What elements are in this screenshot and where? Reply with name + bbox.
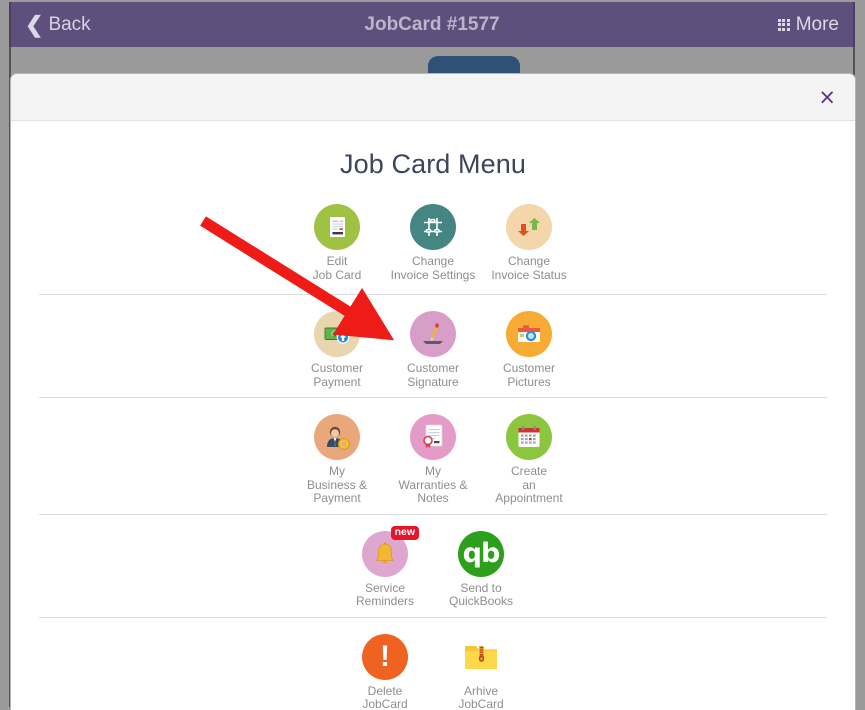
my-business-payment-icon bbox=[314, 414, 360, 460]
back-button-label: Back bbox=[48, 13, 91, 35]
modal-header: × bbox=[11, 74, 855, 121]
customer-payment-icon: $ bbox=[314, 311, 360, 357]
menu-item-my-warranties-notes[interactable]: My Warranties & Notes bbox=[385, 412, 481, 506]
invoice-status-icon bbox=[506, 204, 552, 250]
menu-row: $ Customer Payment Customer Signature Cu… bbox=[39, 295, 827, 398]
menu-item-label: Customer Signature bbox=[406, 361, 459, 389]
menu-item-delete-jobcard[interactable]: ! Delete JobCard bbox=[337, 632, 433, 710]
invoice-settings-icon bbox=[410, 204, 456, 250]
menu-item-customer-pictures[interactable]: Customer Pictures bbox=[481, 309, 577, 389]
menu-item-service-reminders[interactable]: new Service Reminders bbox=[337, 525, 433, 609]
back-button[interactable]: ❮ Back bbox=[25, 11, 91, 37]
menu-item-label: Arhive JobCard bbox=[458, 683, 504, 710]
svg-text:$: $ bbox=[332, 331, 336, 338]
my-warranties-notes-icon bbox=[410, 414, 456, 460]
quickbooks-logo-text: qb bbox=[462, 538, 501, 569]
exclamation-glyph: ! bbox=[380, 639, 390, 673]
menu-item-edit-job-card[interactable]: Edit Job Card bbox=[289, 202, 385, 282]
new-badge: new bbox=[390, 525, 419, 540]
menu-item-change-invoice-status[interactable]: Change Invoice Status bbox=[481, 202, 577, 282]
grid-menu-icon bbox=[777, 18, 790, 31]
menu-row: Edit Job Card Change Invoice Settings Ch… bbox=[39, 190, 827, 295]
menu-row: My Business & Payment My Warranties & No… bbox=[39, 398, 827, 515]
modal-title: Job Card Menu bbox=[340, 149, 526, 179]
menu-item-customer-payment[interactable]: $ Customer Payment bbox=[289, 309, 385, 389]
menu-item-create-appointment[interactable]: Create an Appointment bbox=[481, 412, 577, 506]
archive-jobcard-icon bbox=[458, 634, 504, 680]
menu-item-archive-jobcard[interactable]: Arhive JobCard bbox=[433, 632, 529, 710]
menu-item-label: Service Reminders bbox=[355, 580, 415, 608]
chevron-left-icon: ❮ bbox=[25, 11, 44, 37]
close-icon[interactable]: × bbox=[818, 86, 836, 108]
delete-jobcard-icon: ! bbox=[362, 633, 408, 680]
customer-pictures-icon bbox=[506, 311, 552, 357]
menu-item-label: Delete JobCard bbox=[362, 683, 408, 710]
more-button[interactable]: More bbox=[777, 13, 839, 36]
screen: ❮ Back JobCard #1577 More × Job Card Men… bbox=[0, 0, 865, 710]
menu-item-label: Send to QuickBooks bbox=[448, 580, 514, 608]
quickbooks-icon: qb bbox=[458, 530, 504, 577]
edit-job-card-icon bbox=[314, 204, 360, 250]
create-appointment-icon bbox=[506, 414, 552, 460]
menu-item-label: Customer Payment bbox=[310, 361, 363, 389]
menu-item-customer-signature[interactable]: Customer Signature bbox=[385, 309, 481, 389]
job-card-menu-modal: × Job Card Menu Edit Job Card Change Inv… bbox=[10, 73, 856, 710]
menu-item-label: Change Invoice Settings bbox=[390, 254, 476, 282]
menu-item-label: Edit Job Card bbox=[312, 254, 362, 282]
menu-rows: Edit Job Card Change Invoice Settings Ch… bbox=[11, 190, 855, 710]
menu-item-change-invoice-settings[interactable]: Change Invoice Settings bbox=[385, 202, 481, 282]
customer-signature-icon bbox=[410, 311, 456, 357]
service-reminders-icon: new bbox=[362, 525, 419, 577]
menu-item-send-to-quickbooks[interactable]: qb Send to QuickBooks bbox=[433, 529, 529, 609]
menu-item-label: Customer Pictures bbox=[502, 361, 555, 389]
page-title: JobCard #1577 bbox=[364, 13, 500, 35]
menu-item-label: My Business & Payment bbox=[306, 464, 368, 505]
menu-item-my-business-payment[interactable]: My Business & Payment bbox=[289, 412, 385, 506]
menu-item-label: Create an Appointment bbox=[495, 464, 563, 505]
more-button-label: More bbox=[795, 13, 839, 35]
menu-item-label: My Warranties & Notes bbox=[398, 464, 468, 505]
menu-row: new Service Reminders qb Send to QuickBo… bbox=[39, 515, 827, 618]
app-header: ❮ Back JobCard #1577 More bbox=[9, 2, 855, 47]
menu-row: ! Delete JobCard Arhive JobCard bbox=[39, 618, 827, 710]
menu-item-label: Change Invoice Status bbox=[491, 254, 567, 282]
